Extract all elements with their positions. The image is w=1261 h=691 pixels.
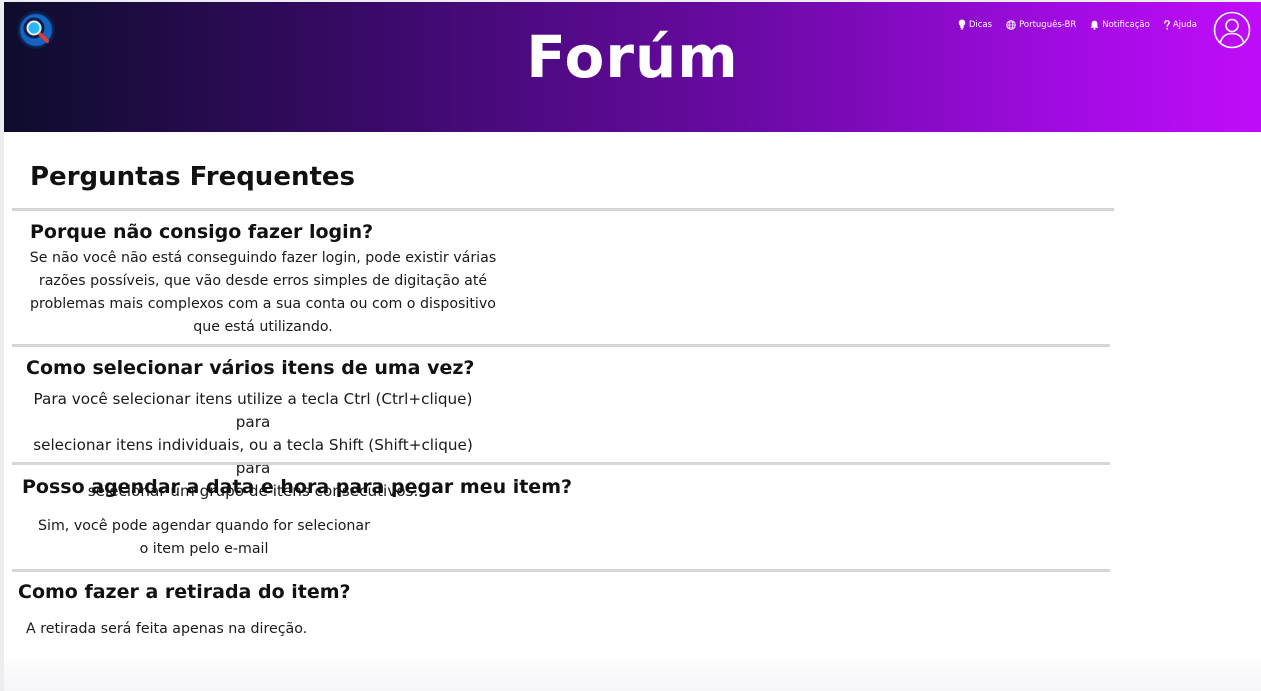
nav-ajuda[interactable]: Ajuda [1163,19,1197,30]
faq-question: Posso agendar a data e hora para pegar m… [22,476,573,498]
page-frame: Forúm Dicas Português-BR Notificação Aju… [4,2,1261,691]
globe-icon [1006,19,1016,30]
faq-divider [12,462,1110,465]
faq-answer-line: selecionar itens individuais, ou a tecla… [33,436,473,477]
bottom-fade [4,651,1261,691]
faq-question: Como fazer a retirada do item? [18,581,351,603]
faq-divider [12,569,1110,572]
faq-divider [12,344,1110,347]
faq-heading: Perguntas Frequentes [30,162,355,192]
nav-notificacao[interactable]: Notificação [1090,20,1150,30]
page-title: Forúm [526,23,739,91]
faq-answer-line: Sim, você pode agendar quando for seleci… [38,518,370,534]
nav-notificacao-label: Notificação [1102,19,1150,30]
faq-answer-line: Para você selecionar itens utilize a tec… [33,390,473,431]
faq-question: Porque não consigo fazer login? [30,221,374,243]
page-header: Forúm Dicas Português-BR Notificação Aju… [4,2,1261,132]
lightbulb-icon [958,19,966,30]
nav-dicas-label: Dicas [968,19,993,30]
faq-answer-line: A retirada será feita apenas na direção. [26,621,308,637]
user-avatar-icon[interactable] [1213,11,1251,49]
question-icon [1163,19,1170,30]
faq-answer-line: Se não você não está conseguindo fazer l… [29,250,497,266]
faq-answer-line: razões possíveis, que vão desde erros si… [38,273,488,289]
nav-language[interactable]: Português-BR [1006,20,1076,30]
faq-divider [12,208,1114,211]
bell-icon [1090,20,1099,30]
faq-answer: Sim, você pode agendar quando for seleci… [24,515,384,561]
nav-dicas[interactable]: Dicas [958,19,992,30]
nav-language-label: Português-BR [1019,19,1077,30]
faq-answer: Se não você não está conseguindo fazer l… [28,247,498,339]
faq-question: Como selecionar vários itens de uma vez? [26,357,475,379]
faq-answer-line: que está utilizando. [193,319,333,335]
faq-answer-line: problemas mais complexos com a sua conta… [30,296,496,312]
nav-ajuda-label: Ajuda [1172,19,1197,30]
top-navigation: Dicas Português-BR Notificação Ajuda [958,19,1197,30]
faq-answer-line: o item pelo e-mail [139,541,269,557]
faq-answer: A retirada será feita apenas na direção. [26,618,316,641]
